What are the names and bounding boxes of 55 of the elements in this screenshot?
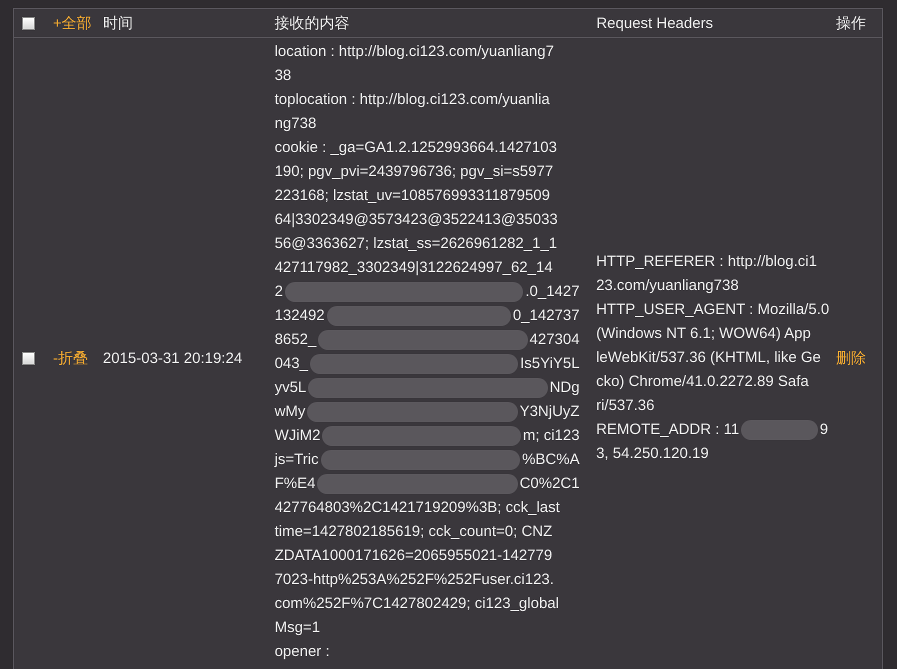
content-line: 0_142737 bbox=[512, 306, 580, 326]
header-line: 23.com/yuanliang738 bbox=[596, 276, 740, 296]
content-line: .0_1427 bbox=[525, 282, 580, 302]
content-line: 38 bbox=[274, 66, 292, 86]
header-line: ri/537.36 bbox=[596, 396, 656, 416]
column-header: 接收的内容 bbox=[274, 14, 350, 32]
content-line: C0%2C1 bbox=[520, 474, 580, 494]
header-line: cko) Chrome/41.0.2272.89 Safa bbox=[596, 372, 810, 392]
content-line: 7023-http%253A%252F%252Fuser.ci123. bbox=[274, 570, 555, 590]
content-line: time=1427802185619; cck_count=0; CNZ bbox=[274, 522, 554, 542]
content-line: opener : bbox=[274, 642, 331, 662]
header-line: 3, 54.250.120.19 bbox=[596, 444, 710, 464]
content-line: cookie : _ga=GA1.2.1252993664.1427103 bbox=[274, 138, 558, 158]
content-line: Y3NjUyZ bbox=[520, 402, 580, 422]
content-line: WJiM2 bbox=[274, 426, 320, 446]
column-header: 操作 bbox=[836, 14, 866, 32]
content-line: 427117982_3302349|3122624997_62_14 bbox=[274, 258, 554, 278]
time-cell: 2015-03-31 20:19:24 bbox=[102, 350, 242, 366]
delete-link[interactable]: 删除 bbox=[836, 348, 866, 368]
column-header: 时间 bbox=[102, 14, 133, 32]
content-line: 64|3302349@3573423@3522413@35033 bbox=[274, 210, 559, 230]
content-line: m; ci123 bbox=[522, 426, 580, 446]
content-line: ng738 bbox=[274, 114, 318, 134]
content-line: NDg bbox=[550, 378, 580, 398]
header-line: REMOTE_ADDR : 11 bbox=[596, 420, 740, 440]
checkbox[interactable] bbox=[22, 352, 35, 364]
content-line: 8652_ bbox=[274, 330, 316, 350]
content-line: F%E4 bbox=[274, 474, 316, 494]
header-line: leWebKit/537.36 (KHTML, like Ge bbox=[596, 348, 822, 368]
content-line: location : http://blog.ci123.com/yuanliang7 bbox=[274, 42, 555, 62]
content-line: yv5L bbox=[274, 378, 306, 398]
content-line: wMy bbox=[274, 402, 306, 422]
header-line: HTTP_REFERER : http://blog.ci1 bbox=[596, 252, 818, 272]
content-line: toplocation : http://blog.ci123.com/yuanlia bbox=[274, 90, 551, 110]
content-line: com%252F%7C1427802429; ci123_global bbox=[274, 594, 560, 614]
header-line: (Windows NT 6.1; WOW64) App bbox=[596, 324, 812, 344]
column-header: Request Headers bbox=[596, 14, 714, 32]
header-line: 9 bbox=[820, 420, 828, 440]
content-line: 427764803%2C1421719209%3B; cck_last bbox=[274, 498, 561, 518]
expand-all-link[interactable]: +全部 bbox=[52, 14, 92, 32]
content-line: 132492 bbox=[274, 306, 325, 326]
content-line: 56@3363627; lzstat_ss=2626961282_1_1 bbox=[274, 234, 558, 254]
content-line: 223168; lzstat_uv=108576993311879509 bbox=[274, 186, 551, 206]
content-line: 2 bbox=[274, 282, 283, 302]
content-line: 190; pgv_pvi=2439796736; pgv_si=s5977 bbox=[274, 162, 554, 182]
content-line: 043_ bbox=[274, 354, 308, 374]
content-line: Msg=1 bbox=[274, 618, 322, 638]
content-line: Is5YiY5L bbox=[520, 354, 580, 374]
collapse-link[interactable]: -折叠 bbox=[52, 348, 88, 368]
checkbox[interactable] bbox=[22, 16, 35, 30]
content-line: %BC%A bbox=[522, 450, 580, 470]
content-line: ZDATA1000171626=2065955021-142779 bbox=[274, 546, 554, 566]
content-line: 427304 bbox=[530, 330, 580, 350]
header-line: HTTP_USER_AGENT : Mozilla/5.0 bbox=[596, 300, 830, 320]
content-line: js=Tric bbox=[274, 450, 319, 470]
